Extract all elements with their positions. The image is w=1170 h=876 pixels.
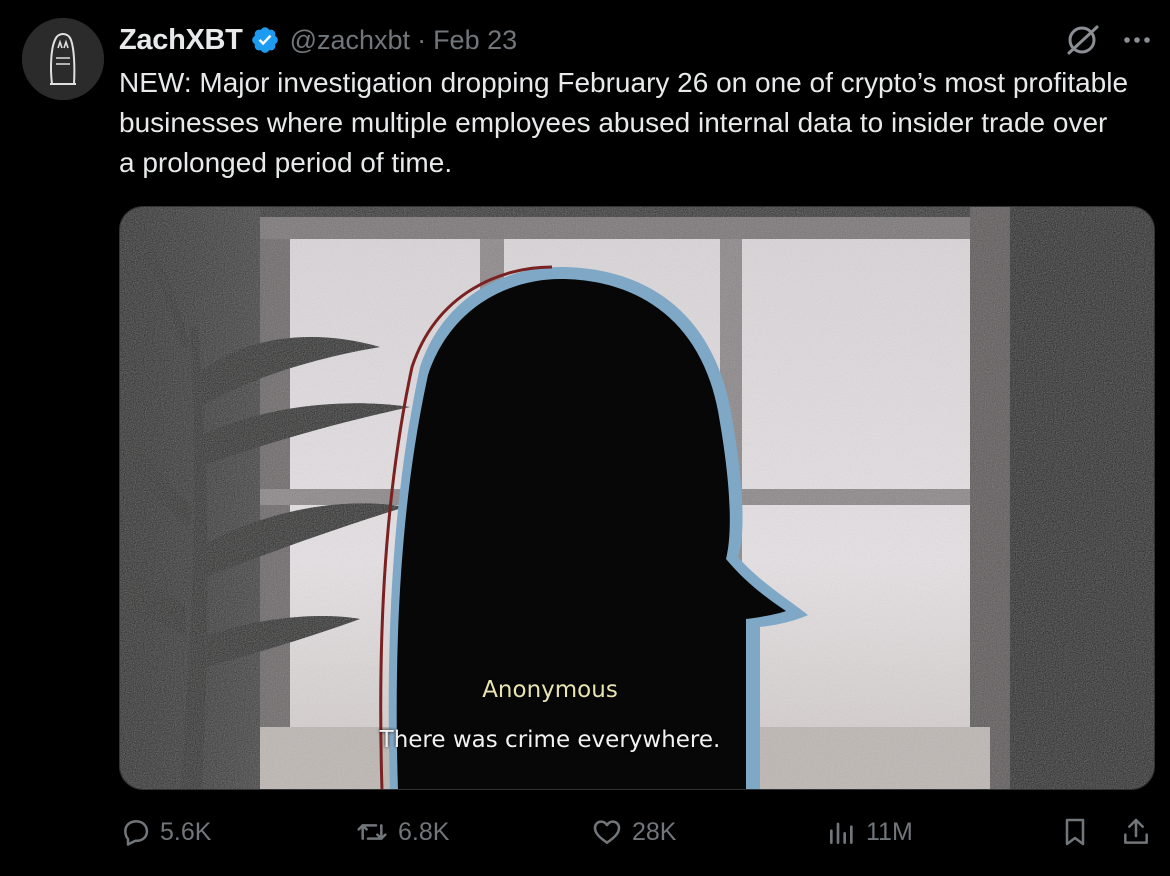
bookmark-button[interactable] [1060,816,1090,848]
avatar-image [22,18,104,100]
post-date[interactable]: Feb 23 [433,25,517,56]
like-button[interactable]: 28K [590,816,676,848]
reply-icon [120,816,152,848]
bookmark-icon [1060,816,1090,848]
verified-badge-icon[interactable] [250,25,280,55]
repost-count: 6.8K [398,817,450,846]
reply-button[interactable]: 5.6K [120,816,211,848]
views-chart-icon [826,816,858,848]
reply-count: 5.6K [160,817,212,846]
views-count: 11M [866,817,913,846]
media-video[interactable]: Anonymous There was crime everywhere. [119,206,1155,790]
like-count: 28K [632,817,677,846]
display-name[interactable]: ZachXBT [119,24,243,57]
caption-line: There was crime everywhere. [379,727,721,753]
handle[interactable]: @zachxbt [290,25,410,56]
repost-button[interactable]: 6.8K [354,816,449,848]
avatar[interactable] [22,18,104,100]
repost-icon [354,816,390,848]
tweet-actions: 5.6K 6.8K 28K 11M [0,808,1170,864]
more-icon[interactable] [1122,25,1152,55]
heart-icon [590,816,624,848]
separator-dot: · [417,24,427,55]
views-button[interactable]: 11M [826,816,913,848]
share-icon [1120,816,1152,848]
grok-icon[interactable] [1062,20,1102,60]
tweet-text: NEW: Major investigation dropping Februa… [119,67,1129,178]
caption-speaker: Anonymous [482,677,618,703]
share-button[interactable] [1120,816,1152,848]
tweet: ZachXBT @zachxbt · Feb 23 NEW: Major inv [0,0,1170,876]
tweet-header: ZachXBT @zachxbt · Feb 23 [119,20,517,60]
header-actions [1062,18,1152,62]
